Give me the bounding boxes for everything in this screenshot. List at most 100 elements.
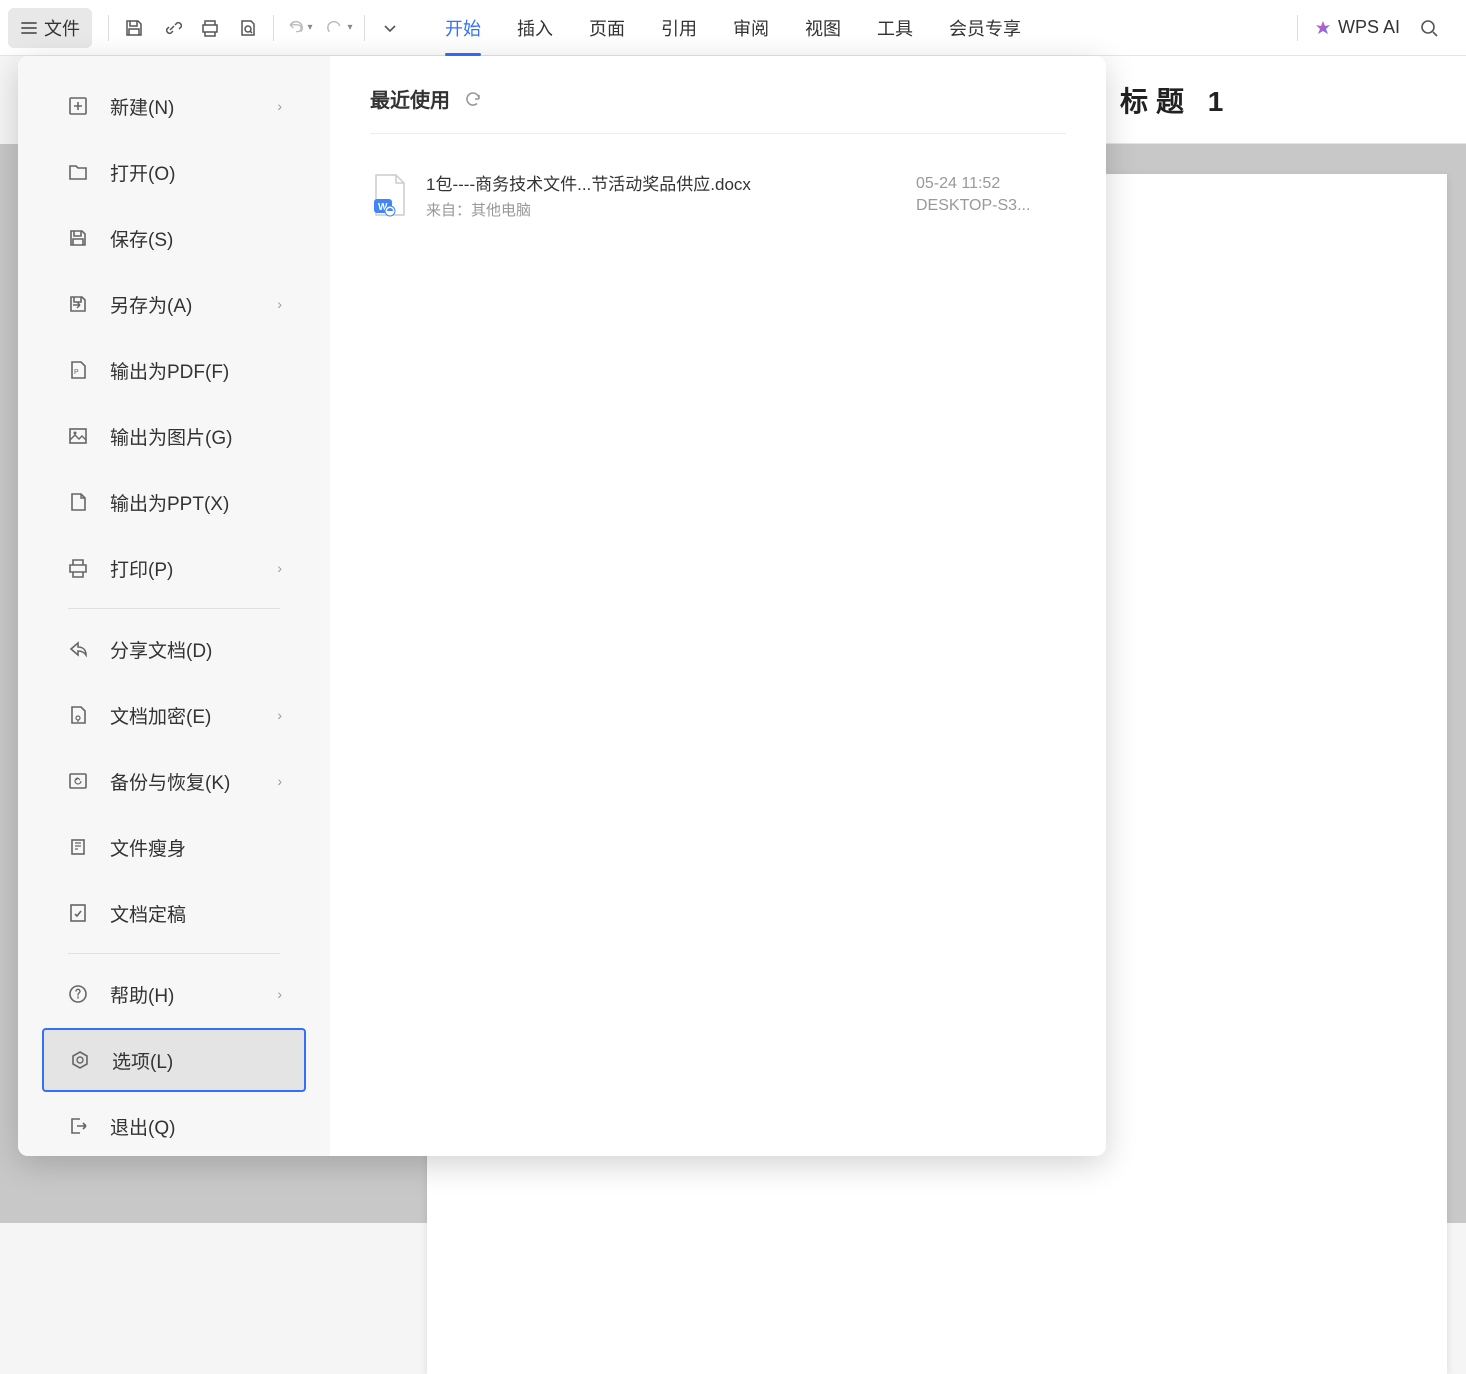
tab-insert[interactable]: 插入 (517, 0, 553, 56)
tab-member[interactable]: 会员专享 (949, 0, 1021, 56)
backup-icon (66, 769, 90, 793)
divider (68, 953, 280, 954)
file-menu-label: 文件 (44, 15, 80, 41)
menu-encrypt-label: 文档加密(E) (110, 702, 277, 729)
chevron-right-icon: › (277, 773, 282, 789)
menu-export-ppt-label: 输出为PPT(X) (110, 489, 282, 516)
menu-share-label: 分享文档(D) (110, 636, 282, 663)
encrypt-icon (66, 703, 90, 727)
menu-export-ppt[interactable]: 输出为PPT(X) (42, 470, 306, 534)
menu-exit[interactable]: 退出(Q) (42, 1094, 306, 1156)
divider (68, 608, 280, 609)
toolbar-separator (364, 15, 365, 41)
tab-start[interactable]: 开始 (445, 0, 481, 56)
menu-options-label: 选项(L) (112, 1047, 280, 1074)
menu-export-pdf[interactable]: P 输出为PDF(F) (42, 338, 306, 402)
file-menu-button[interactable]: 文件 (8, 8, 92, 48)
search-button[interactable] (1410, 8, 1448, 48)
folder-icon (66, 160, 90, 184)
wps-ai-button[interactable]: WPS AI (1314, 17, 1400, 38)
style-heading-1[interactable]: 标题 1 (1120, 80, 1231, 120)
exit-icon (66, 1114, 90, 1138)
undo-icon (285, 18, 305, 38)
menu-open-label: 打开(O) (110, 159, 282, 186)
file-name: 1包----商务技术文件...节活动奖品供应.docx (426, 170, 916, 195)
print-icon (66, 556, 90, 580)
chevron-right-icon: › (277, 707, 282, 723)
menu-save[interactable]: 保存(S) (42, 206, 306, 270)
tab-tools[interactable]: 工具 (877, 0, 913, 56)
menu-share[interactable]: 分享文档(D) (42, 617, 306, 681)
refresh-icon (464, 90, 482, 108)
menu-help[interactable]: 帮助(H) › (42, 962, 306, 1026)
chevron-right-icon: › (277, 98, 282, 114)
share-icon (66, 637, 90, 661)
search-icon (1419, 18, 1439, 38)
top-toolbar: 文件 ▾ ▾ 开始 插入 页面 引用 审阅 视图 工具 会员专享 (0, 0, 1466, 56)
file-time: 05-24 11:52 (916, 175, 1066, 193)
recent-title: 最近使用 (370, 84, 450, 113)
toolbar-separator (1297, 15, 1298, 41)
print-preview-icon (238, 18, 258, 38)
link-button[interactable] (153, 8, 191, 48)
tab-review[interactable]: 审阅 (733, 0, 769, 56)
menu-backup[interactable]: 备份与恢复(K) › (42, 749, 306, 813)
pdf-icon: P (66, 358, 90, 382)
menu-options[interactable]: 选项(L) (42, 1028, 306, 1092)
print-button[interactable] (191, 8, 229, 48)
toolbar-separator (273, 15, 274, 41)
file-meta: 05-24 11:52 DESKTOP-S3... (916, 175, 1066, 215)
more-dropdown[interactable] (371, 8, 409, 48)
file-device: DESKTOP-S3... (916, 197, 1066, 215)
tab-menu: 开始 插入 页面 引用 审阅 视图 工具 会员专享 (445, 0, 1291, 56)
finalize-icon (66, 901, 90, 925)
chevron-right-icon: › (277, 986, 282, 1002)
docx-file-icon: W (370, 173, 410, 217)
menu-finalize[interactable]: 文档定稿 (42, 881, 306, 945)
save-button[interactable] (115, 8, 153, 48)
chevron-down-icon (382, 20, 398, 36)
tab-reference[interactable]: 引用 (661, 0, 697, 56)
recent-file-item[interactable]: W 1包----商务技术文件...节活动奖品供应.docx 来自：其他电脑 05… (370, 162, 1066, 228)
tab-page[interactable]: 页面 (589, 0, 625, 56)
chevron-right-icon: › (277, 296, 282, 312)
ppt-icon (66, 490, 90, 514)
file-info: 1包----商务技术文件...节活动奖品供应.docx 来自：其他电脑 (426, 170, 916, 220)
menu-backup-label: 备份与恢复(K) (110, 768, 277, 795)
image-icon (66, 424, 90, 448)
svg-text:P: P (74, 369, 79, 376)
menu-slim[interactable]: 文件瘦身 (42, 815, 306, 879)
menu-export-pdf-label: 输出为PDF(F) (110, 357, 282, 384)
file-source: 来自：其他电脑 (426, 199, 916, 220)
right-tools: WPS AI (1291, 8, 1458, 48)
redo-button[interactable]: ▾ (320, 8, 358, 48)
menu-export-image[interactable]: 输出为图片(G) (42, 404, 306, 468)
recent-header: 最近使用 (370, 84, 1066, 134)
menu-save-as[interactable]: 另存为(A) › (42, 272, 306, 336)
dropdown-caret-icon: ▾ (307, 22, 312, 33)
toolbar-separator (108, 15, 109, 41)
wps-ai-label: WPS AI (1338, 17, 1400, 38)
print-preview-button[interactable] (229, 8, 267, 48)
tab-view[interactable]: 视图 (805, 0, 841, 56)
slim-icon (66, 835, 90, 859)
menu-encrypt[interactable]: 文档加密(E) › (42, 683, 306, 747)
chevron-right-icon: › (277, 560, 282, 576)
dropdown-caret-icon: ▾ (347, 22, 352, 33)
menu-exit-label: 退出(Q) (110, 1113, 282, 1140)
save-icon (124, 18, 144, 38)
menu-print[interactable]: 打印(P) › (42, 536, 306, 600)
menu-export-image-label: 输出为图片(G) (110, 423, 282, 450)
refresh-button[interactable] (464, 90, 482, 108)
undo-button[interactable]: ▾ (280, 8, 318, 48)
new-icon (66, 94, 90, 118)
menu-new-label: 新建(N) (110, 93, 277, 120)
menu-slim-label: 文件瘦身 (110, 834, 282, 861)
help-icon (66, 982, 90, 1006)
menu-finalize-label: 文档定稿 (110, 900, 282, 927)
menu-save-as-label: 另存为(A) (110, 291, 277, 318)
print-icon (200, 18, 220, 38)
menu-new[interactable]: 新建(N) › (42, 74, 306, 138)
menu-icon (20, 19, 38, 37)
menu-open[interactable]: 打开(O) (42, 140, 306, 204)
